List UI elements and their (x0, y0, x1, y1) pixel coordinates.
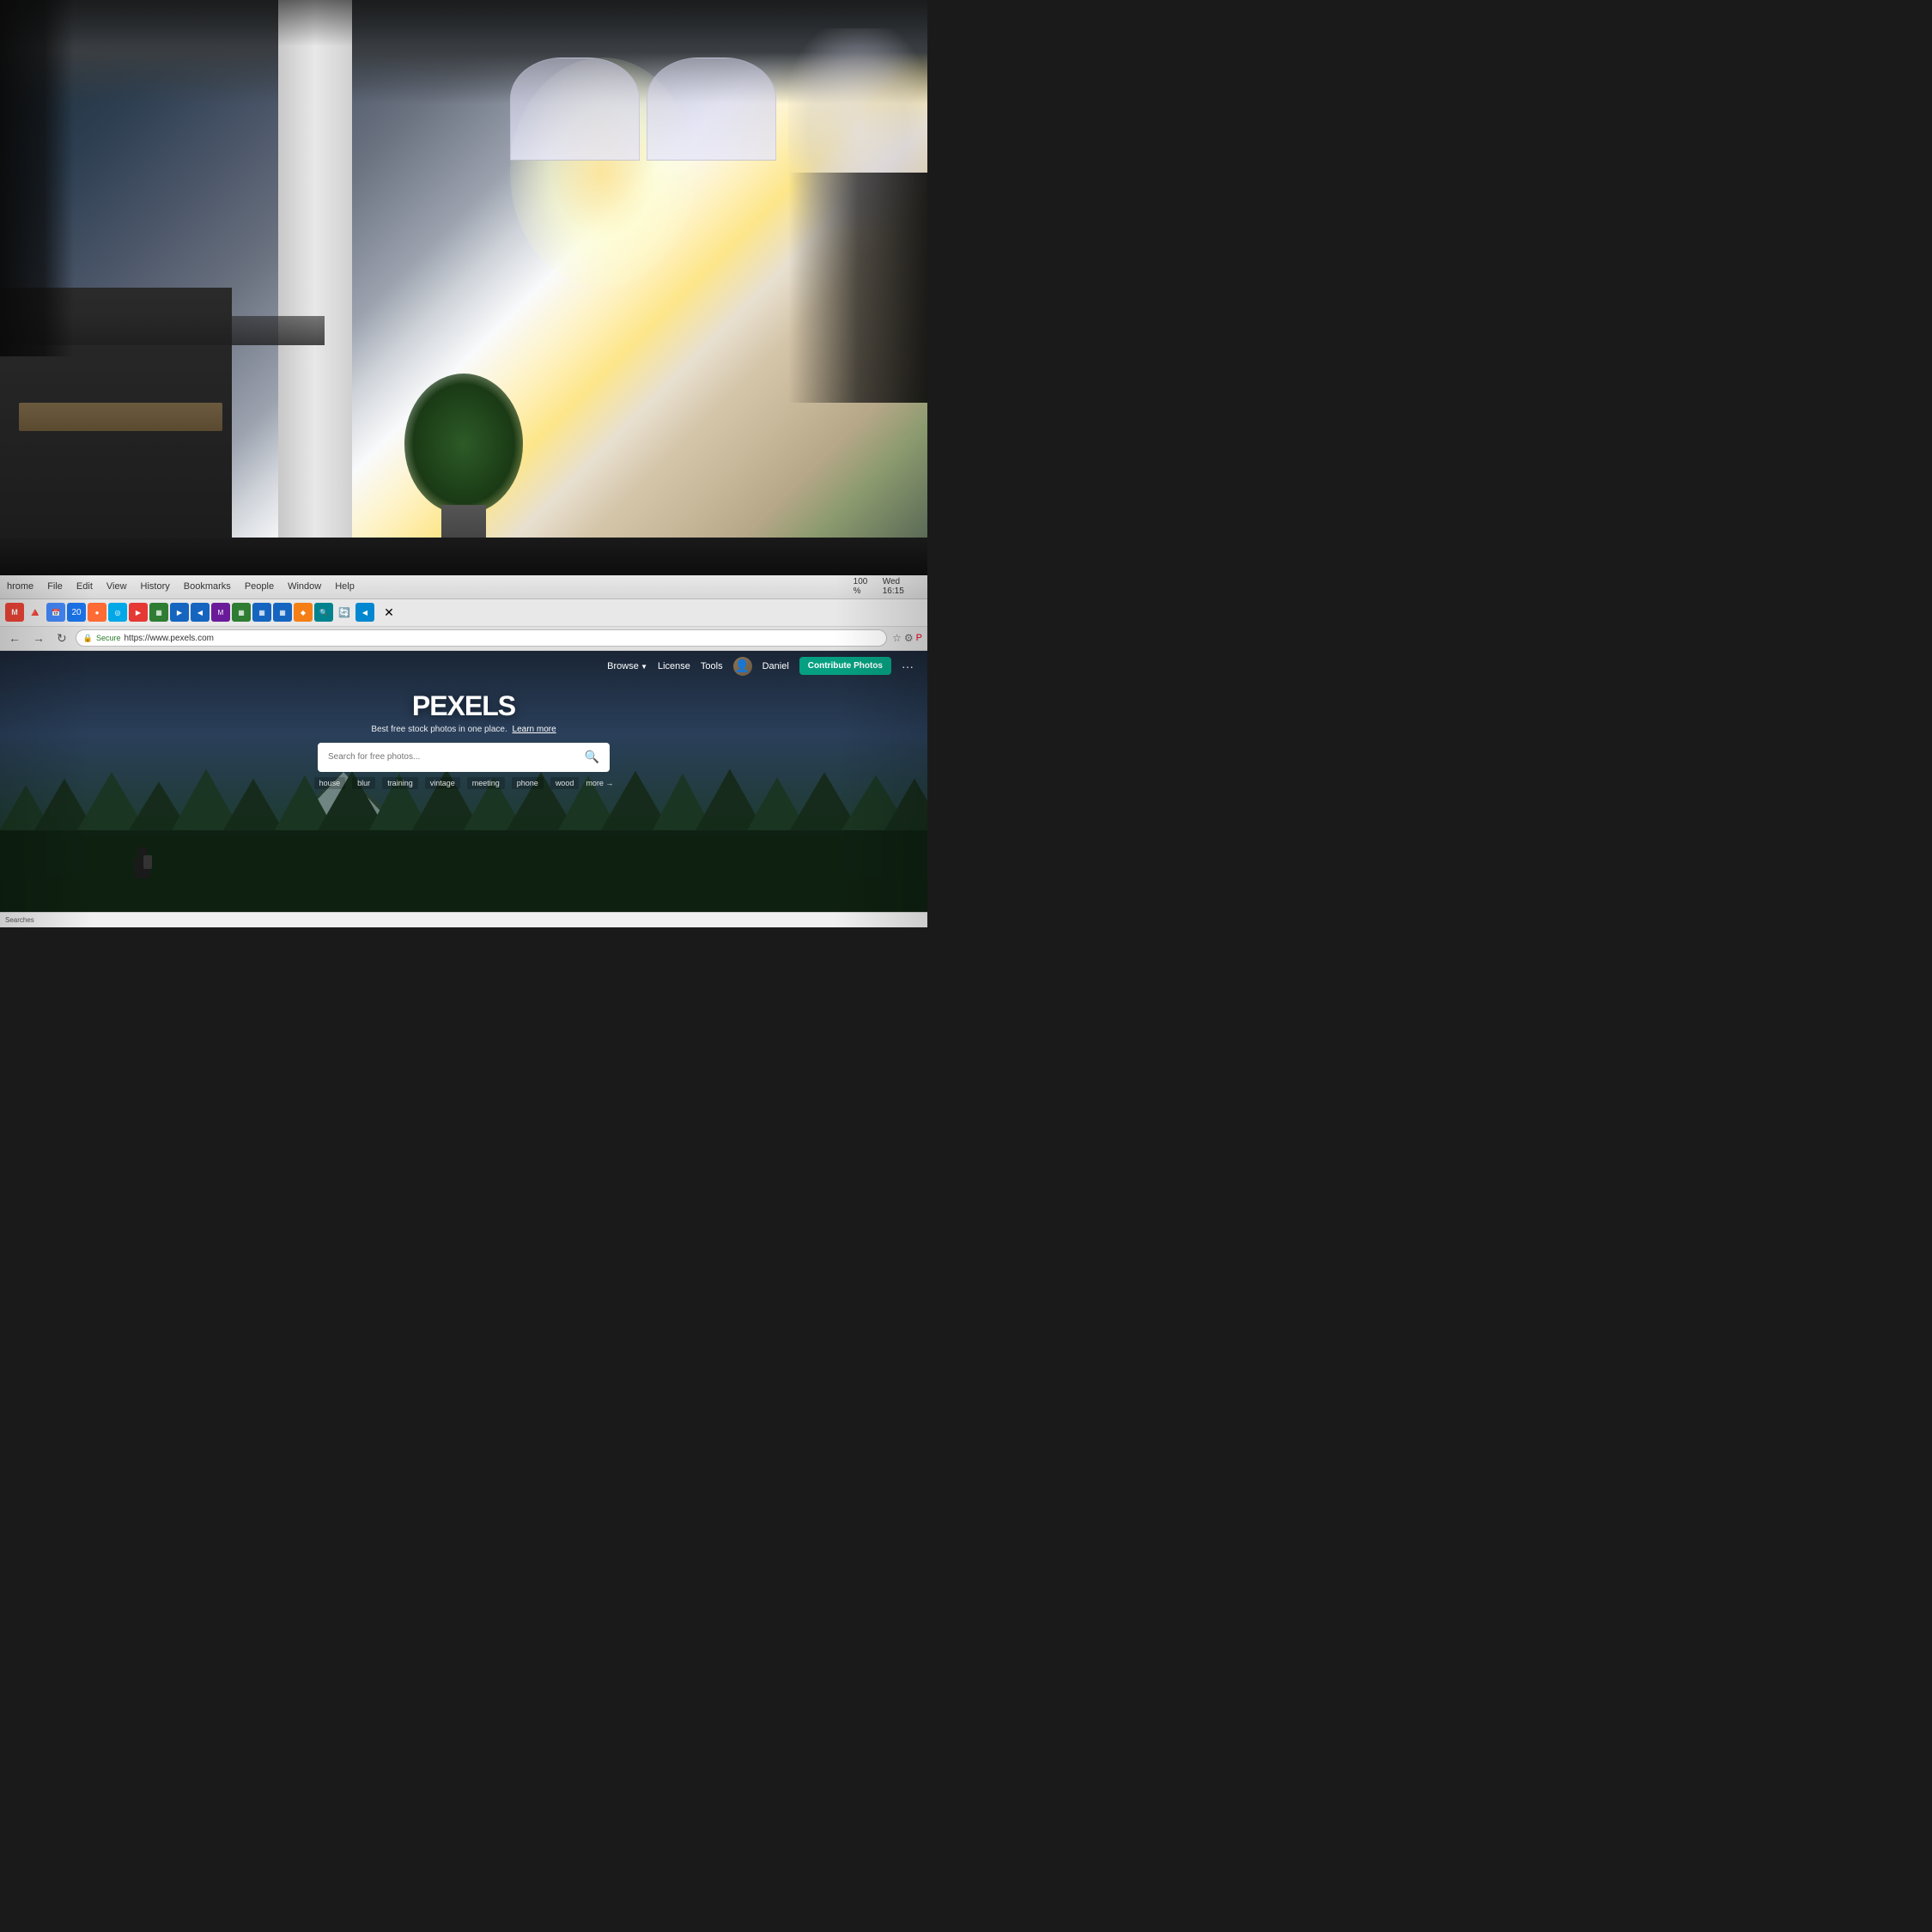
browser-status-bar: Searches (0, 912, 927, 927)
suggestion-training[interactable]: training (382, 777, 418, 789)
tagline-text: Best free stock photos in one place. (371, 725, 507, 734)
toolbar-icon-12[interactable]: ◆ (294, 603, 313, 622)
monitor-bezel (0, 538, 927, 574)
menu-history[interactable]: History (141, 581, 170, 592)
left-foreground-shadow (0, 0, 74, 356)
menu-file[interactable]: File (47, 581, 63, 592)
address-bar[interactable]: 🔒 Secure https://www.pexels.com (76, 629, 887, 647)
toolbar-icon-14[interactable]: 🔄 (335, 603, 354, 622)
battery-indicator: 100 % (854, 577, 876, 596)
user-name[interactable]: Daniel (762, 661, 789, 671)
tools-nav-item[interactable]: Tools (701, 661, 723, 671)
toolbar-icon-drive[interactable]: 🔺 (26, 603, 45, 622)
search-suggestions: house blur training vintage meeting phon… (314, 777, 614, 789)
top-overlay (0, 0, 927, 46)
background-windows (510, 58, 835, 161)
pexels-hero-section: PEXELS Best free stock photos in one pla… (0, 682, 927, 789)
pinterest-icon[interactable]: P (916, 633, 922, 643)
browser-title-bar: hrome File Edit View History Bookmarks P… (0, 575, 927, 599)
toolbar-icon-11[interactable]: ▦ (273, 603, 292, 622)
more-options-icon[interactable]: ··· (902, 659, 914, 673)
pexels-website: Browse License Tools 👤 Daniel Contribute… (0, 651, 927, 927)
toolbar-icon-2[interactable]: ● (88, 603, 106, 622)
browser-toolbar: M 🔺 📅 20 ● ◎ ▶ ▦ ▶ ◀ M ▦ ▦ ▦ ◆ 🔍 🔄 ◀ ✕ (0, 599, 927, 627)
structural-pillar (278, 0, 352, 575)
bg-window-right (647, 58, 776, 161)
menu-chrome[interactable]: hrome (7, 581, 33, 592)
star-icon[interactable]: ☆ (892, 632, 902, 644)
office-background (0, 0, 927, 575)
toolbar-icon-8[interactable]: M (211, 603, 230, 622)
person-silhouette (130, 847, 155, 894)
pexels-logo: PEXELS (412, 690, 515, 722)
menu-bar: hrome File Edit View History Bookmarks P… (7, 581, 854, 592)
menu-people[interactable]: People (245, 581, 274, 592)
secure-label: Secure (96, 634, 121, 642)
suggestion-phone[interactable]: phone (512, 777, 544, 789)
browse-nav-item[interactable]: Browse (607, 661, 647, 671)
menu-bookmarks[interactable]: Bookmarks (184, 581, 231, 592)
bg-window-left (510, 58, 640, 161)
avatar-image: 👤 (735, 659, 750, 673)
toolbar-icon-9[interactable]: ▦ (232, 603, 251, 622)
extensions-icon[interactable]: ⚙ (904, 632, 914, 644)
toolbar-icon-15[interactable]: ◀ (355, 603, 374, 622)
suggestion-meeting[interactable]: meeting (467, 777, 505, 789)
menu-edit[interactable]: Edit (76, 581, 93, 592)
menu-window[interactable]: Window (288, 581, 321, 592)
toolbar-icon-10[interactable]: ▦ (252, 603, 271, 622)
pexels-tagline: Best free stock photos in one place. Lea… (371, 725, 556, 734)
title-bar-right: 100 % Wed 16:15 (854, 577, 920, 596)
toolbar-icon-close[interactable]: ✕ (380, 603, 398, 622)
contribute-photos-button[interactable]: Contribute Photos (799, 657, 891, 675)
clock: Wed 16:15 (883, 577, 920, 596)
toolbar-icon-13[interactable]: 🔍 (314, 603, 333, 622)
toolbar-icon-calendar[interactable]: 📅 (46, 603, 65, 622)
menu-help[interactable]: Help (335, 581, 355, 592)
refresh-button[interactable]: ↻ (53, 629, 70, 647)
pexels-navbar: Browse License Tools 👤 Daniel Contribute… (0, 651, 927, 682)
license-nav-item[interactable]: License (658, 661, 690, 671)
toolbar-icon-4[interactable]: ▶ (129, 603, 148, 622)
menu-view[interactable]: View (106, 581, 127, 592)
learn-more-link[interactable]: Learn more (513, 725, 556, 734)
address-bar-row: ← → ↻ 🔒 Secure https://www.pexels.com ☆ … (0, 627, 927, 651)
plant-leaves (404, 374, 523, 514)
person-body (135, 857, 150, 878)
browser-window: hrome File Edit View History Bookmarks P… (0, 575, 927, 927)
back-button[interactable]: ← (5, 629, 24, 647)
suggestion-house[interactable]: house (314, 777, 346, 789)
search-input[interactable] (328, 752, 578, 762)
toolbar-icon-5[interactable]: ▦ (149, 603, 168, 622)
person-backpack (143, 855, 152, 869)
toolbar-icon-1[interactable]: 20 (67, 603, 86, 622)
suggestion-wood[interactable]: wood (550, 777, 580, 789)
user-avatar[interactable]: 👤 (733, 657, 752, 676)
search-submit-icon[interactable]: 🔍 (585, 750, 599, 764)
url-text: https://www.pexels.com (124, 634, 213, 643)
toolbar-icon-3[interactable]: ◎ (108, 603, 127, 622)
table-surface (19, 403, 223, 431)
secure-lock-icon: 🔒 (83, 634, 93, 643)
searches-label: Searches (5, 916, 34, 924)
more-suggestions-link[interactable]: more → (586, 779, 613, 787)
toolbar-icon-gmail[interactable]: M (5, 603, 24, 622)
forward-button[interactable]: → (29, 629, 48, 647)
address-bar-icons: ☆ ⚙ P (892, 632, 922, 644)
pexels-nav-right: Browse License Tools 👤 Daniel Contribute… (607, 657, 914, 676)
toolbar-icon-6[interactable]: ▶ (170, 603, 189, 622)
toolbar-icon-7[interactable]: ◀ (191, 603, 210, 622)
search-bar[interactable]: 🔍 (318, 743, 610, 772)
office-chair (788, 173, 927, 403)
suggestion-blur[interactable]: blur (352, 777, 375, 789)
suggestion-vintage[interactable]: vintage (425, 777, 460, 789)
